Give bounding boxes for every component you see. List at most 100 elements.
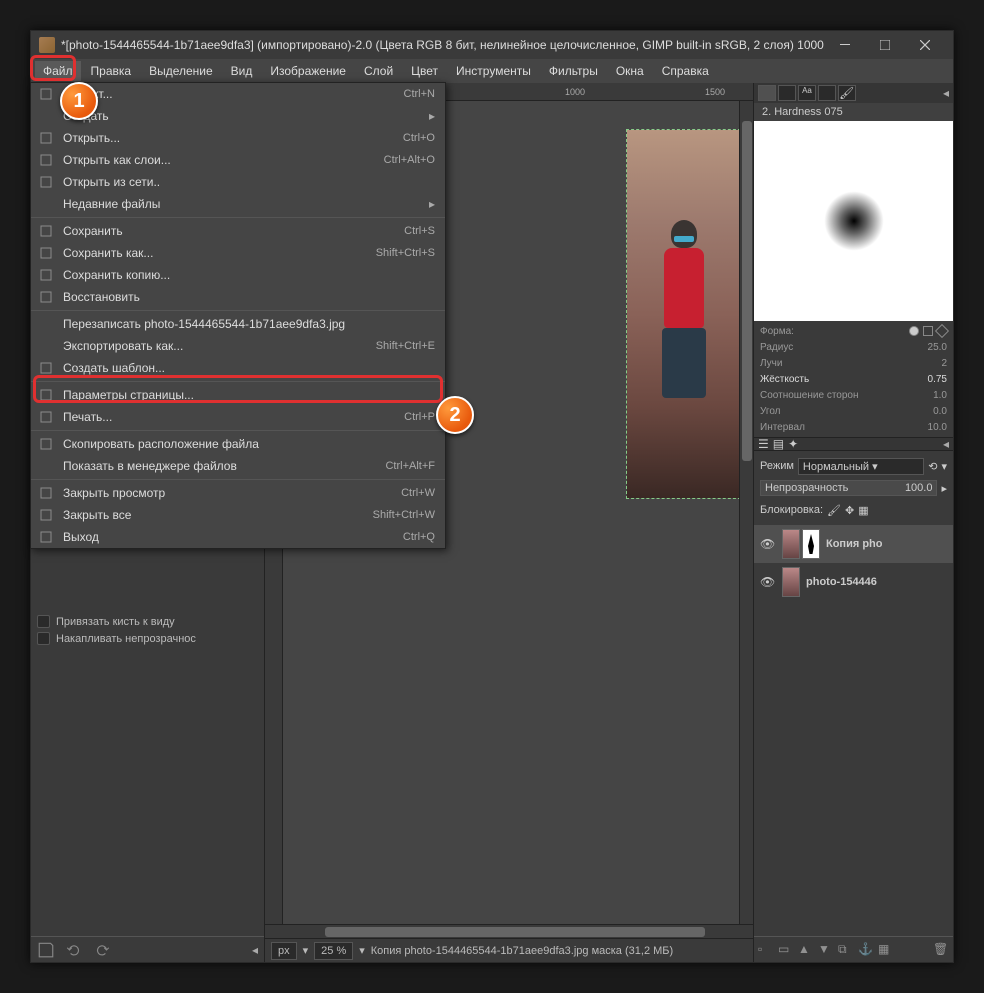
- menu-item-label: Создать: [63, 109, 429, 123]
- menu-tools[interactable]: Инструменты: [448, 61, 539, 81]
- menu-file[interactable]: Файл: [35, 61, 81, 81]
- menu-item[interactable]: Открыть из сети..: [31, 171, 445, 193]
- new-group-icon[interactable]: ▭: [778, 942, 794, 958]
- mask-icon[interactable]: ▦: [878, 942, 894, 958]
- raise-icon[interactable]: ▲: [798, 942, 814, 958]
- menu-item[interactable]: Показать в менеджере файловCtrl+Alt+F: [31, 455, 445, 477]
- menu-item-label: ...роект...: [63, 87, 404, 101]
- tab-brushes[interactable]: [758, 85, 776, 101]
- menu-item-shortcut: Ctrl+Alt+F: [385, 460, 435, 472]
- chevron-down-icon[interactable]: ▾: [303, 944, 309, 957]
- menu-item[interactable]: Закрыть просмотрCtrl+W: [31, 482, 445, 504]
- menu-item[interactable]: Восстановить: [31, 286, 445, 308]
- lower-icon[interactable]: ▼: [818, 942, 834, 958]
- window-title: *[photo-1544465544-1b71aee9dfa3] (импорт…: [61, 38, 825, 52]
- menu-item-label: Открыть из сети..: [63, 175, 435, 189]
- menu-item[interactable]: Недавние файлы▸: [31, 193, 445, 215]
- checkbox-icon[interactable]: [37, 615, 50, 628]
- menu-edit[interactable]: Правка: [83, 61, 140, 81]
- shape-icons[interactable]: [909, 326, 947, 336]
- opacity-slider[interactable]: Непрозрачность100.0: [760, 480, 937, 496]
- tab-history[interactable]: [818, 85, 836, 101]
- layer-item[interactable]: 👁 photo-154446: [754, 563, 953, 601]
- zoom-field[interactable]: 25 %: [314, 942, 353, 960]
- tool-option-row[interactable]: Накапливать непрозрачнос: [31, 630, 264, 647]
- duplicate-icon[interactable]: ⧉: [838, 942, 854, 958]
- reset-icon[interactable]: ⟲: [928, 460, 937, 473]
- menu-item[interactable]: ВыходCtrl+Q: [31, 526, 445, 548]
- brush-preview: [754, 121, 953, 321]
- layer-controls: Режим Нормальный ▾ ⟲▾ Непрозрачность100.…: [754, 451, 953, 525]
- menubar: Файл Правка Выделение Вид Изображение Сл…: [31, 59, 953, 83]
- menu-item-label: Закрыть все: [63, 508, 373, 522]
- menu-item[interactable]: Открыть как слои...Ctrl+Alt+O: [31, 149, 445, 171]
- tab-paint[interactable]: 🖌: [838, 85, 856, 101]
- menu-item[interactable]: Создать шаблон...: [31, 357, 445, 379]
- tab-fonts[interactable]: Aa: [798, 85, 816, 101]
- menu-view[interactable]: Вид: [223, 61, 261, 81]
- mode-select[interactable]: Нормальный ▾: [798, 458, 924, 475]
- close-icon: [37, 507, 55, 523]
- tool-option-row[interactable]: Привязать кисть к виду: [31, 613, 264, 630]
- blank-icon: [37, 316, 55, 332]
- app-icon: [39, 37, 55, 53]
- menu-item[interactable]: Перезаписать photo-1544465544-1b71aee9df…: [31, 313, 445, 335]
- layer-item[interactable]: 👁 Копия pho: [754, 525, 953, 563]
- save-icon[interactable]: [37, 941, 55, 959]
- menu-item[interactable]: Параметры страницы...: [31, 384, 445, 406]
- blank-icon: [37, 196, 55, 212]
- menu-item[interactable]: Сохранить копию...: [31, 264, 445, 286]
- menu-item[interactable]: Открыть...Ctrl+O: [31, 127, 445, 149]
- menu-item[interactable]: Скопировать расположение файла: [31, 433, 445, 455]
- doc-icon: [37, 86, 55, 102]
- scrollbar-vertical[interactable]: [739, 101, 753, 924]
- photo-content: [627, 130, 740, 498]
- menu-item[interactable]: Закрыть всеShift+Ctrl+W: [31, 504, 445, 526]
- redo-icon[interactable]: [93, 941, 111, 959]
- scrollbar-horizontal[interactable]: [265, 924, 753, 938]
- menu-item[interactable]: Печать...Ctrl+P: [31, 406, 445, 428]
- menu-item[interactable]: Экспортировать как...Shift+Ctrl+E: [31, 335, 445, 357]
- menu-select[interactable]: Выделение: [141, 61, 221, 81]
- menu-item[interactable]: СохранитьCtrl+S: [31, 220, 445, 242]
- close-button[interactable]: [905, 31, 945, 59]
- chevron-left-icon[interactable]: ◂: [252, 943, 258, 957]
- layers-tab-icon[interactable]: ☰: [758, 437, 769, 451]
- menu-layer[interactable]: Слой: [356, 61, 401, 81]
- layer-footer: ▫ ▭ ▲ ▼ ⧉ ⚓ ▦ 🗑: [754, 936, 953, 962]
- chevron-down-icon[interactable]: ▾: [359, 944, 365, 957]
- lock-alpha-icon[interactable]: ▦: [858, 504, 868, 517]
- new-layer-icon[interactable]: ▫: [758, 942, 774, 958]
- menu-item-label: Скопировать расположение файла: [63, 437, 435, 451]
- menu-item[interactable]: Сохранить как...Shift+Ctrl+S: [31, 242, 445, 264]
- eye-icon[interactable]: 👁: [760, 575, 776, 589]
- lock-move-icon[interactable]: ✥: [845, 504, 854, 517]
- menu-windows[interactable]: Окна: [608, 61, 652, 81]
- delete-icon[interactable]: 🗑: [933, 942, 949, 958]
- layer-name: photo-154446: [806, 576, 877, 588]
- menu-item-label: Восстановить: [63, 290, 435, 304]
- menu-help[interactable]: Справка: [654, 61, 717, 81]
- minimize-button[interactable]: [825, 31, 865, 59]
- tab-patterns[interactable]: [778, 85, 796, 101]
- menu-item-label: Показать в менеджере файлов: [63, 459, 385, 473]
- unit-selector[interactable]: px: [271, 942, 297, 960]
- menu-separator: [31, 430, 445, 431]
- paths-tab-icon[interactable]: ✦: [788, 437, 798, 451]
- channels-tab-icon[interactable]: ▤: [773, 437, 784, 451]
- menu-item-shortcut: Ctrl+Alt+O: [384, 154, 435, 166]
- menu-filters[interactable]: Фильтры: [541, 61, 606, 81]
- eye-icon[interactable]: 👁: [760, 537, 776, 551]
- maximize-button[interactable]: [865, 31, 905, 59]
- undo-icon[interactable]: [65, 941, 83, 959]
- menu-separator: [31, 381, 445, 382]
- menu-color[interactable]: Цвет: [403, 61, 446, 81]
- checkbox-icon[interactable]: [37, 632, 50, 645]
- menu-item-shortcut: Ctrl+Q: [403, 531, 435, 543]
- dock-menu-icon[interactable]: ◂: [943, 437, 949, 451]
- merge-icon[interactable]: ⚓: [858, 942, 874, 958]
- menu-image[interactable]: Изображение: [262, 61, 354, 81]
- lock-brush-icon[interactable]: 🖌: [827, 504, 841, 517]
- dock-menu-icon[interactable]: ◂: [943, 86, 949, 100]
- statusbar: px ▾ 25 % ▾ Копия photo-1544465544-1b71a…: [265, 938, 753, 962]
